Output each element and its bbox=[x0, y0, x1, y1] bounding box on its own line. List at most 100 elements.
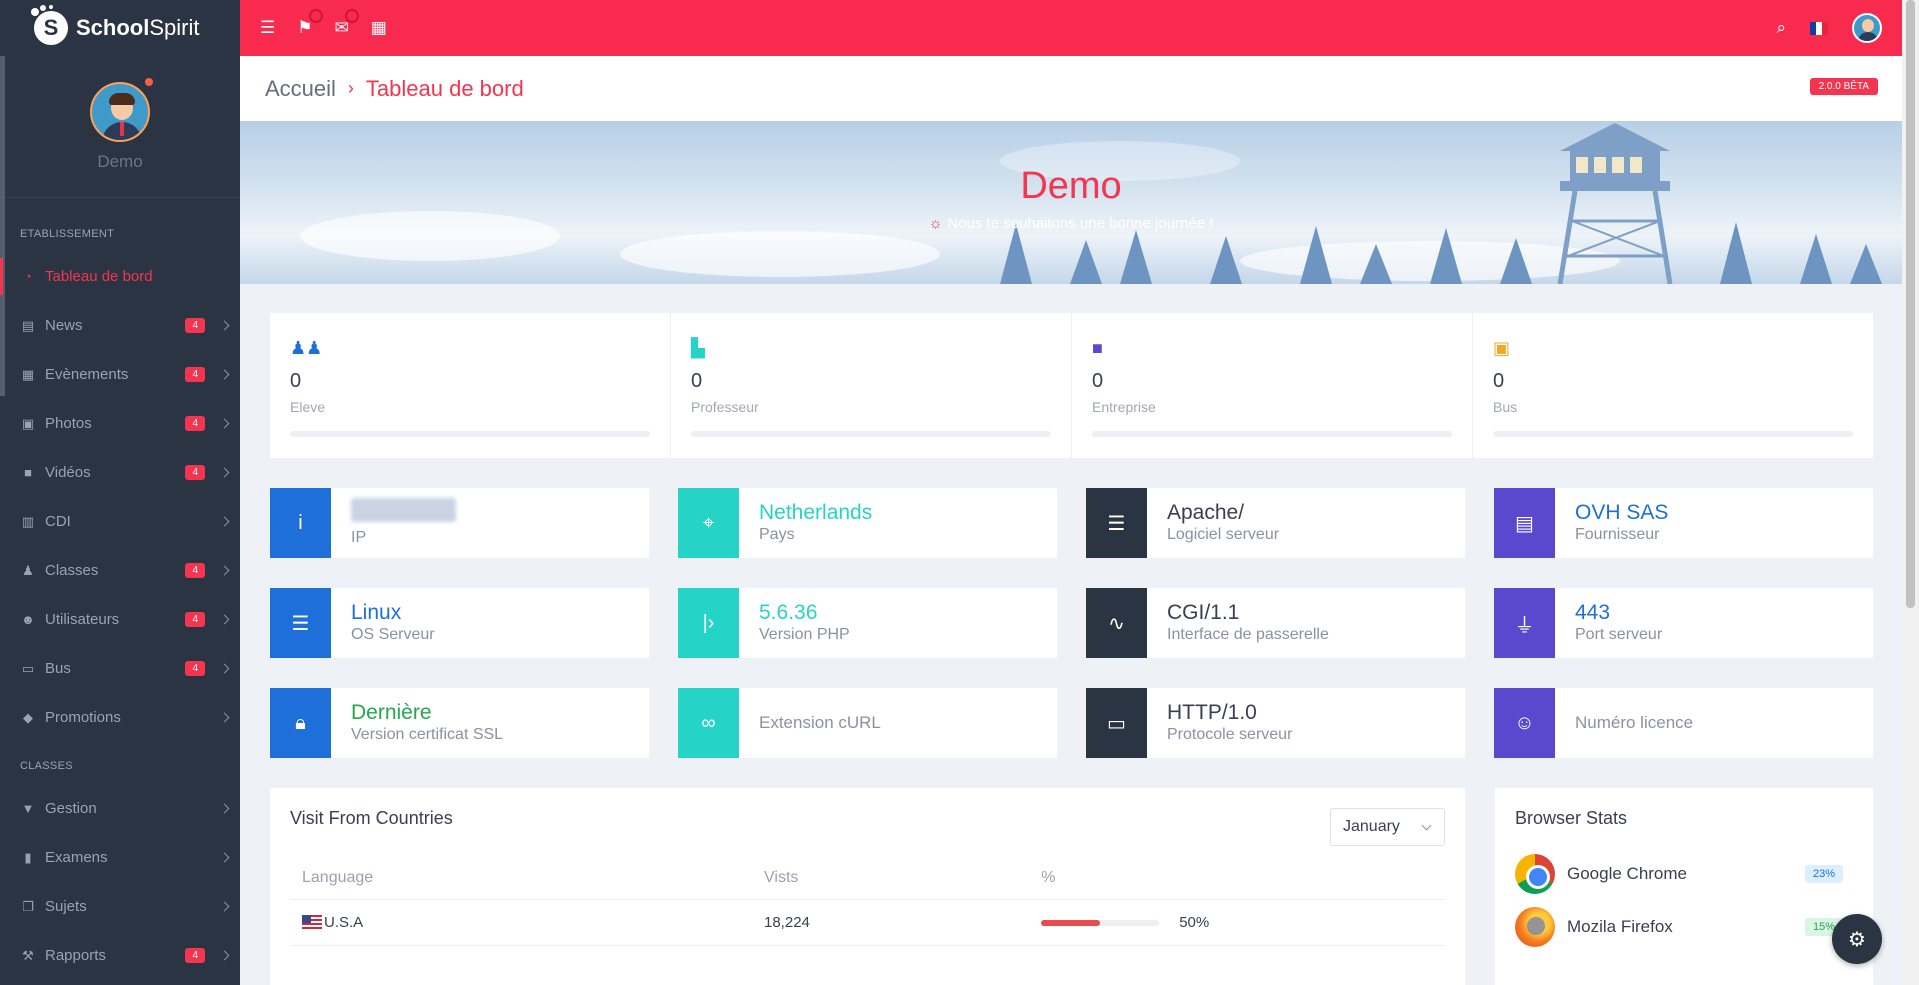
notification-dot bbox=[308, 9, 323, 23]
flag-notification-icon[interactable]: ⚑ bbox=[297, 9, 323, 38]
avatar[interactable] bbox=[90, 81, 150, 142]
breadcrumb-current: Tableau de bord bbox=[365, 75, 524, 101]
sidebar-item-label: Examens bbox=[45, 849, 108, 866]
sidebar-item-gestion[interactable]: ▼ Gestion bbox=[0, 784, 240, 833]
sidebar-item-promotions[interactable]: ◆ Promotions bbox=[0, 693, 240, 742]
sidebar-item-bus[interactable]: ▭ Bus 4 bbox=[0, 644, 240, 693]
stat-value: 0 bbox=[1493, 370, 1505, 392]
dashboard-icon: ◔ bbox=[24, 269, 32, 284]
photos-icon: ▣ bbox=[21, 415, 35, 431]
code-icon: |› bbox=[678, 588, 739, 658]
brand-name: SchoolSpirit bbox=[76, 15, 200, 40]
info-label: Extension cURL bbox=[759, 713, 881, 732]
exam-icon: ▮ bbox=[24, 849, 32, 865]
section-title-classes: CLASSES bbox=[20, 760, 73, 772]
browser-percent-badge: 23% bbox=[1804, 865, 1843, 883]
version-badge: 2.0.0 BÊTA bbox=[1809, 78, 1878, 95]
sidebar-item-label: Bus bbox=[45, 660, 71, 677]
sidebar-item-news[interactable]: ▤ News 4 bbox=[0, 301, 240, 350]
info-card-license: ☺ Numéro licence bbox=[1494, 688, 1873, 758]
count-badge: 4 bbox=[185, 563, 205, 578]
stat-label: Professeur bbox=[691, 399, 759, 415]
info-label: Pays bbox=[759, 526, 795, 543]
sidebar-item-classes[interactable]: ♟ Classes 4 bbox=[0, 546, 240, 595]
tie-icon: ▼ bbox=[21, 801, 35, 816]
sidebar-item-videos[interactable]: ■ Vidéos 4 bbox=[0, 448, 240, 497]
sidebar-item-label: Vidéos bbox=[45, 464, 91, 481]
sidebar-item-examens[interactable]: ▮ Examens bbox=[0, 833, 240, 882]
column-header: Vists bbox=[752, 869, 1030, 900]
info-label: Port serveur bbox=[1575, 626, 1663, 643]
sidebar-item-cdi[interactable]: ▥ CDI bbox=[0, 497, 240, 546]
count-badge: 4 bbox=[185, 661, 205, 676]
hard-drive-icon: ▭ bbox=[1086, 688, 1147, 758]
sidebar-item-rapports[interactable]: ⚒ Rapports 4 bbox=[0, 931, 240, 980]
count-badge: 4 bbox=[185, 948, 205, 963]
people-icon: ♟ bbox=[22, 562, 34, 578]
us-flag-icon bbox=[302, 915, 322, 929]
smile-icon: ☺ bbox=[1494, 688, 1555, 758]
sidebar-item-label: Photos bbox=[45, 415, 92, 432]
info-label: Protocole serveur bbox=[1167, 726, 1293, 743]
chrome-icon bbox=[1515, 854, 1555, 894]
briefcase-icon: ■ bbox=[1092, 338, 1103, 358]
online-status-dot bbox=[145, 78, 153, 86]
sidebar-item-users[interactable]: ☻ Utilisateurs 4 bbox=[0, 595, 240, 644]
chevron-right-icon bbox=[219, 901, 230, 912]
menu-icon[interactable]: ☰ bbox=[260, 18, 275, 38]
sidebar-item-photos[interactable]: ▣ Photos 4 bbox=[0, 399, 240, 448]
month-select[interactable]: January bbox=[1330, 808, 1445, 846]
link-icon: ∞ bbox=[678, 688, 739, 758]
plug-icon: ⏚ bbox=[1494, 588, 1555, 658]
mail-icon[interactable]: ✉ bbox=[335, 9, 359, 38]
browser-row: Google Chrome 23% bbox=[1515, 854, 1853, 894]
info-label: Fournisseur bbox=[1575, 526, 1660, 543]
info-value: OVH SAS bbox=[1575, 501, 1669, 524]
settings-gear-button[interactable]: ⚙ bbox=[1832, 914, 1882, 964]
breadcrumb-home[interactable]: Accueil bbox=[265, 76, 336, 102]
sidebar-item-label: News bbox=[45, 317, 83, 334]
search-icon[interactable]: ⌕ bbox=[1776, 18, 1786, 38]
info-card-provider: ▤ OVH SAS Fournisseur bbox=[1494, 488, 1873, 558]
sidebar-item-events[interactable]: ▦ Evènements 4 bbox=[0, 350, 240, 399]
sidebar-item-label: Sujets bbox=[45, 898, 87, 915]
country-name: U.S.A bbox=[324, 914, 364, 931]
news-icon: ▤ bbox=[21, 317, 35, 333]
sun-icon: ☼ bbox=[928, 215, 943, 232]
info-card-gateway: ∿ CGI/1.1 Interface de passerelle bbox=[1086, 588, 1465, 658]
lock-icon: 🔒︎ bbox=[270, 688, 331, 758]
info-value: 5.6.36 bbox=[759, 601, 818, 624]
info-card-php: |› 5.6.36 Version PHP bbox=[678, 588, 1057, 658]
column-header: % bbox=[1029, 869, 1445, 900]
count-badge: 4 bbox=[185, 416, 205, 431]
info-card-ip: i IP bbox=[270, 488, 649, 558]
stat-value: 0 bbox=[1092, 370, 1104, 392]
stat-teachers: ▙ 0 Professeur bbox=[671, 313, 1072, 458]
sidebar-item-sujets[interactable]: ❐ Sujets bbox=[0, 882, 240, 931]
panel-title: Visit From Countries bbox=[290, 808, 453, 828]
brand[interactable]: S SchoolSpirit bbox=[0, 0, 240, 56]
info-value: CGI/1.1 bbox=[1167, 601, 1240, 624]
stat-label: Entreprise bbox=[1092, 399, 1156, 415]
info-card-curl: ∞ Extension cURL bbox=[678, 688, 1057, 758]
language-flag-icon[interactable] bbox=[1810, 21, 1828, 35]
stat-label: Bus bbox=[1493, 399, 1518, 415]
graduation-icon: ◆ bbox=[23, 709, 33, 725]
page-scrollbar[interactable] bbox=[1902, 0, 1919, 985]
user-avatar[interactable] bbox=[1852, 13, 1882, 43]
teacher-icon: ▙ bbox=[691, 338, 705, 358]
info-value: HTTP/1.0 bbox=[1167, 701, 1257, 724]
sidebar-item-label: Promotions bbox=[45, 709, 121, 726]
profile-name: Demo bbox=[97, 151, 143, 171]
breadcrumb-separator-icon: › bbox=[347, 78, 354, 98]
database-icon: ☰ bbox=[1086, 488, 1147, 558]
sidebar-item-label: Evènements bbox=[45, 366, 129, 383]
stats-panel: ♟♟ 0 Eleve ▙ 0 Professeur ■ 0 Entreprise… bbox=[270, 313, 1873, 458]
events-icon: ▦ bbox=[21, 366, 35, 382]
chevron-right-icon bbox=[219, 614, 230, 625]
scrollbar-thumb[interactable] bbox=[1906, 0, 1915, 608]
apps-grid-icon[interactable]: ▦ bbox=[371, 18, 387, 38]
sidebar-item-dashboard[interactable]: ◔ Tableau de bord bbox=[0, 252, 240, 301]
info-card-os: ☰ Linux OS Serveur bbox=[270, 588, 649, 658]
sidebar: S SchoolSpirit Demo ETABLISSEMENT ◔ Tabl… bbox=[0, 0, 240, 985]
